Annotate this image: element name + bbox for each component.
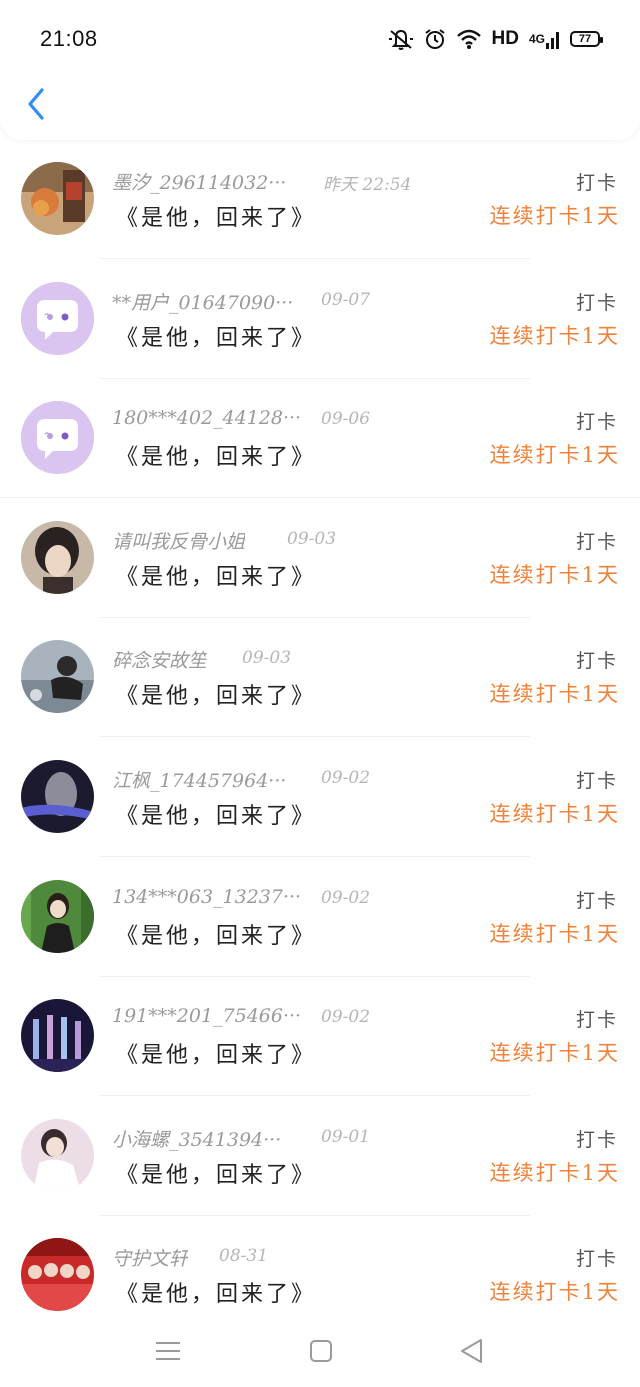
avatar[interactable] xyxy=(21,520,94,594)
avatar[interactable] xyxy=(21,281,94,355)
list-item[interactable]: 小海螺_3541394··· 09-01 《是他，回来了》 打卡 连续打卡1天 xyxy=(0,1097,640,1217)
avatar[interactable] xyxy=(21,1238,94,1312)
book-title: 《是他，回来了》 xyxy=(116,1043,317,1069)
checkin-date: 昨天 22:54 xyxy=(323,175,412,195)
avatar-photo-green xyxy=(21,879,94,953)
user-name: **用户_01647090··· xyxy=(112,291,294,314)
checkin-date: 09-02 xyxy=(321,767,371,788)
streak-badge: 连续打卡1天 xyxy=(489,1160,620,1185)
checkin-label: 打卡 xyxy=(575,172,618,194)
user-name: 134***063_13237··· xyxy=(112,885,302,908)
hd-indicator: HD xyxy=(491,28,519,49)
avatar[interactable] xyxy=(21,162,94,235)
avatar[interactable] xyxy=(21,759,94,833)
list-item[interactable]: 180***402_44128··· 09-06 《是他，回来了》 打卡 连续打… xyxy=(0,379,640,499)
list-item[interactable]: 134***063_13237··· 09-02 《是他，回来了》 打卡 连续打… xyxy=(0,858,640,978)
checkin-label: 打卡 xyxy=(575,1128,618,1151)
book-title: 《是他，回来了》 xyxy=(116,206,317,231)
user-name: 191***201_75466··· xyxy=(112,1005,302,1028)
book-title: 《是他，回来了》 xyxy=(116,684,317,710)
checkin-label: 打卡 xyxy=(575,650,618,673)
status-bar: 21:08 HD 4G 77 xyxy=(0,0,640,80)
user-name: 守护文轩 xyxy=(112,1248,189,1271)
avatar[interactable] xyxy=(21,1118,94,1192)
checkin-date: 09-01 xyxy=(321,1126,371,1147)
book-title: 《是他，回来了》 xyxy=(116,803,317,829)
list-item[interactable]: **用户_01647090··· 09-07 《是他，回来了》 打卡 连续打卡1… xyxy=(0,260,640,380)
list-item[interactable]: 请叫我反骨小姐 09-03 《是他，回来了》 打卡 连续打卡1天 xyxy=(0,499,640,619)
checkin-date: 09-06 xyxy=(321,409,371,430)
user-name: 请叫我反骨小姐 xyxy=(112,530,246,553)
checkin-date: 08-31 xyxy=(219,1246,269,1267)
network-type: 4G xyxy=(528,32,545,46)
checkin-list: 墨汐_296114032··· 昨天 22:54 《是他，回来了》 打卡 连续打… xyxy=(0,140,640,1336)
back-triangle-icon[interactable] xyxy=(457,1336,487,1366)
checkin-date: 09-07 xyxy=(321,289,371,310)
checkin-label: 打卡 xyxy=(575,1248,618,1271)
avatar[interactable] xyxy=(21,401,94,475)
avatar-photo-food xyxy=(21,162,94,235)
checkin-date: 09-03 xyxy=(287,528,337,549)
avatar-photo-outdoor xyxy=(21,640,94,714)
home-icon[interactable] xyxy=(306,1336,336,1366)
book-title: 《是他，回来了》 xyxy=(116,445,317,471)
checkin-label: 打卡 xyxy=(575,889,618,912)
battery-level: 77 xyxy=(578,33,592,45)
streak-badge: 连续打卡1天 xyxy=(489,443,620,468)
battery-icon: 77 xyxy=(570,31,603,47)
user-name: 180***402_44128··· xyxy=(112,407,302,430)
checkin-label: 打卡 xyxy=(575,769,618,792)
alarm-icon xyxy=(424,29,445,49)
user-name: 墨汐_296114032··· xyxy=(112,172,287,194)
avatar-photo-white xyxy=(21,1118,94,1192)
back-icon[interactable] xyxy=(22,86,52,122)
avatar-photo-group xyxy=(21,1238,94,1312)
book-title: 《是他，回来了》 xyxy=(116,923,317,949)
streak-badge: 连续打卡1天 xyxy=(489,1280,620,1305)
signal-bars-icon xyxy=(546,32,559,49)
streak-badge: 连续打卡1天 xyxy=(489,682,620,707)
avatar-photo-dark xyxy=(21,759,94,833)
user-name: 江枫_174457964··· xyxy=(112,769,287,792)
checkin-label: 打卡 xyxy=(575,530,618,553)
chat-bubble-icon xyxy=(21,281,94,355)
user-name: 小海螺_3541394··· xyxy=(112,1128,282,1151)
book-title: 《是他，回来了》 xyxy=(116,564,317,590)
user-name: 碎念安故笙 xyxy=(112,650,208,673)
avatar[interactable] xyxy=(21,879,94,953)
streak-badge: 连续打卡1天 xyxy=(489,323,620,348)
checkin-label: 打卡 xyxy=(575,1009,618,1032)
checkin-date: 09-03 xyxy=(242,648,292,669)
book-title: 《是他，回来了》 xyxy=(116,1282,317,1308)
list-item[interactable]: 碎念安故笙 09-03 《是他，回来了》 打卡 连续打卡1天 xyxy=(0,618,640,738)
streak-badge: 连续打卡1天 xyxy=(489,1041,620,1066)
streak-badge: 连续打卡1天 xyxy=(489,204,620,228)
avatar[interactable] xyxy=(21,640,94,714)
list-item[interactable]: 191***201_75466··· 09-02 《是他，回来了》 打卡 连续打… xyxy=(0,977,640,1097)
wifi-icon xyxy=(456,29,481,49)
top-header: 21:08 HD 4G 77 xyxy=(0,0,640,140)
avatar[interactable] xyxy=(21,999,94,1073)
status-time: 21:08 xyxy=(40,26,98,51)
checkin-date: 09-02 xyxy=(321,1007,371,1028)
menu-icon[interactable] xyxy=(153,1336,183,1366)
mute-icon xyxy=(388,29,413,50)
system-nav-bar xyxy=(0,1318,640,1387)
chat-bubble-icon xyxy=(21,401,94,475)
streak-badge: 连续打卡1天 xyxy=(489,801,620,826)
status-icons: HD 4G 77 xyxy=(388,27,603,51)
book-title: 《是他，回来了》 xyxy=(116,325,317,351)
list-item[interactable]: 墨汐_296114032··· 昨天 22:54 《是他，回来了》 打卡 连续打… xyxy=(0,140,640,260)
list-item[interactable]: 江枫_174457964··· 09-02 《是他，回来了》 打卡 连续打卡1天 xyxy=(0,738,640,858)
avatar-photo-stage xyxy=(21,999,94,1073)
streak-badge: 连续打卡1天 xyxy=(489,562,620,587)
checkin-date: 09-02 xyxy=(321,887,371,908)
checkin-label: 打卡 xyxy=(575,411,618,434)
signal-icon: 4G xyxy=(529,29,560,49)
book-title: 《是他，回来了》 xyxy=(116,1162,317,1188)
avatar-photo-portrait xyxy=(21,520,94,594)
checkin-label: 打卡 xyxy=(575,291,618,314)
streak-badge: 连续打卡1天 xyxy=(489,921,620,946)
